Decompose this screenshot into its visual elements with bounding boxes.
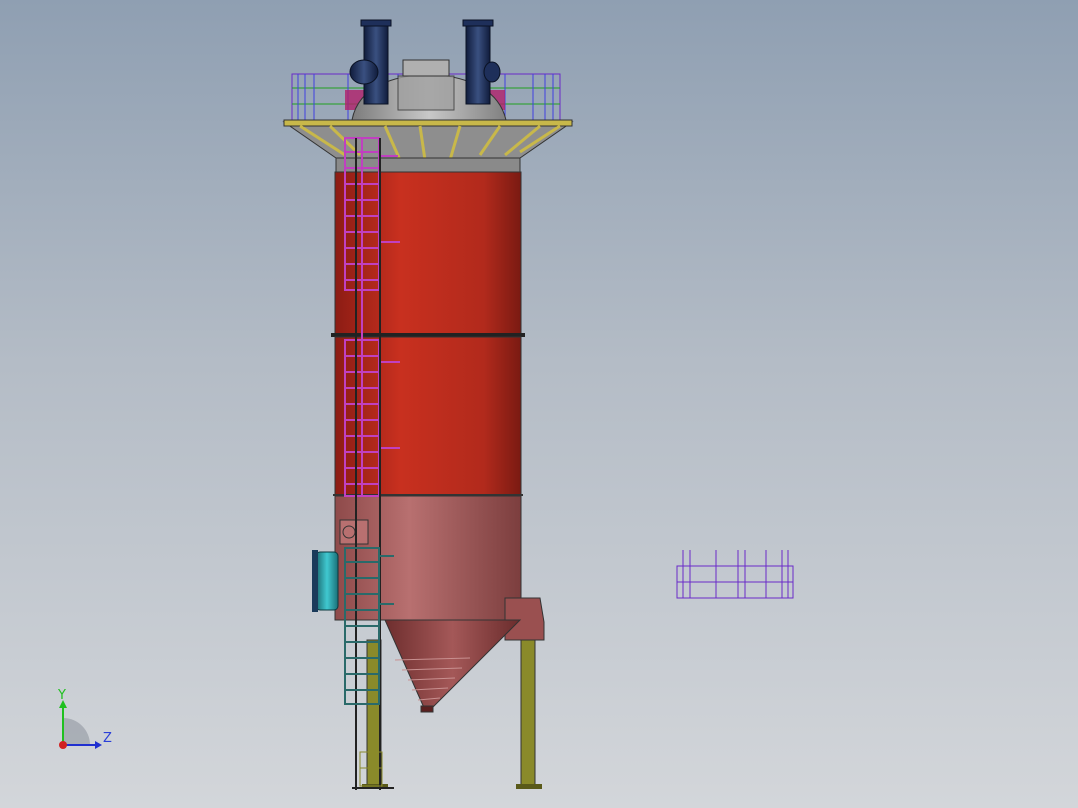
shell-shoulder [335, 157, 521, 173]
x-axis-icon [59, 741, 67, 749]
triad-y-label: Y [58, 688, 66, 703]
inspection-hatch [339, 519, 369, 545]
orientation-triad [59, 700, 102, 749]
main-shell [331, 171, 525, 496]
lower-shell [334, 495, 545, 641]
detached-railing-part[interactable] [676, 550, 794, 599]
hopper-cone [384, 619, 522, 713]
cad-model-view[interactable] [0, 0, 1078, 808]
triad-z-label: Z [103, 731, 112, 746]
graphics-viewport[interactable]: Y Z [0, 0, 1078, 808]
side-inlet [312, 550, 339, 612]
